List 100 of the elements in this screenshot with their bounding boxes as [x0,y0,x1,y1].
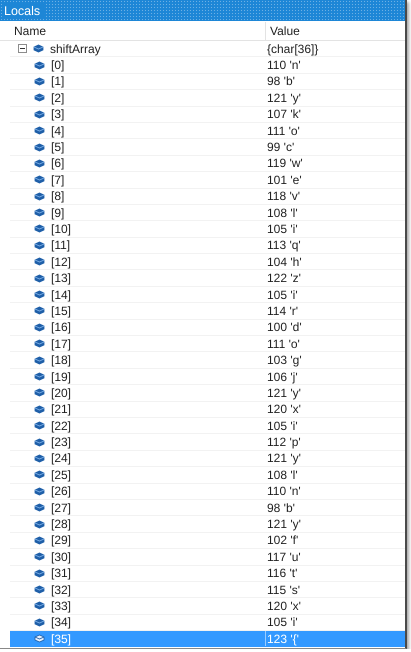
variable-name: [35] [51,632,72,646]
tree-row[interactable]: [31] 116 't' [10,566,405,582]
field-icon [34,568,45,578]
variable-value: 123 '{' [267,632,299,646]
field-icon [34,486,45,496]
variable-value: 104 'h' [267,254,302,269]
column-header[interactable]: Value [265,22,405,40]
tree-row[interactable]: [17] 111 'o' [10,336,405,352]
variable-value: 117 'u' [267,550,301,564]
tree-row[interactable]: [22] 105 'i' [10,418,405,434]
variable-name: [9] [51,206,64,220]
variable-name: [6] [51,156,64,170]
field-icon [34,158,45,168]
variable-value: 121 'y' [267,517,301,532]
tree-row[interactable]: [15] 114 'r' [10,303,405,320]
variable-value: 113 'q' [267,238,301,252]
tree-row[interactable]: [29] 102 'f' [10,532,405,550]
variable-value: {char[36]} [267,42,318,56]
variable-name: [23] [51,435,72,450]
variable-value: 121 'y' [267,386,301,400]
variable-value: 116 't' [267,566,298,580]
variable-name: [3] [51,107,64,122]
variable-name: [13] [51,271,72,286]
field-icon [34,356,45,365]
tree-row[interactable]: [2] 121 'y' [10,90,405,107]
tree-row[interactable]: [16] 100 'd' [10,320,405,336]
tree-row[interactable]: [19] 106 'j' [10,368,405,386]
field-icon [34,404,45,414]
tree-row[interactable]: [1] 98 'b' [10,74,405,90]
tree-row[interactable]: [8] 118 'v' [10,188,405,205]
field-icon [34,585,45,594]
tree-row[interactable]: [0] 110 'n' [10,57,405,74]
field-icon [34,520,45,529]
variable-value: 108 'l' [267,206,298,220]
variable-value: 115 's' [267,582,300,597]
field-icon [34,634,45,644]
tree-row[interactable]: [5] 99 'c' [10,139,405,156]
variable-value: 105 'i' [267,288,298,302]
tree-row[interactable]: [25] 108 'l' [10,467,405,484]
variable-value: 111 'o' [267,336,300,351]
field-icon [34,208,45,218]
variable-value: 106 'j' [267,370,298,384]
variable-name: [14] [51,288,72,302]
variable-name: [11] [51,238,70,252]
variable-value: 98 'b' [267,74,295,88]
field-icon [34,421,45,430]
variable-name: [25] [51,468,72,482]
variable-name: [31] [51,566,72,580]
variable-name: [26] [51,484,72,498]
tree-row[interactable]: [26] 110 'n' [10,484,405,500]
variable-name: shiftArray [50,42,101,56]
variable-name: [10] [51,222,72,236]
tree-row[interactable]: [3] 107 'k' [10,106,405,123]
tree-row[interactable]: [24] 121 'y' [10,450,405,468]
tree-row[interactable]: [9] 108 'l' [10,204,405,222]
tree-row[interactable]: shiftArray {char[36]} [10,41,405,58]
variable-name: [18] [51,353,72,368]
tree-row[interactable]: [28] 121 'y' [10,516,405,533]
tree-row[interactable]: [18] 103 'g' [10,352,405,369]
tree-row[interactable]: [14] 105 'i' [10,286,405,304]
field-icon [34,257,45,266]
variable-name: [34] [51,615,72,630]
variable-name: [2] [51,90,64,105]
tree-row[interactable]: [30] 117 'u' [10,549,405,566]
variable-name: [7] [51,172,64,187]
tree-row[interactable]: [11] 113 'q' [10,238,405,254]
variable-value: 99 'c' [267,140,294,154]
collapse-icon[interactable] [18,44,27,54]
variable-value: 112 'p' [267,435,301,450]
field-icon [34,618,45,627]
variable-name: [32] [51,582,72,597]
field-icon [34,126,45,136]
tree-row[interactable]: [13] 122 'z' [10,270,405,287]
tree-row[interactable]: [6] 119 'w' [10,156,405,172]
tree-row[interactable]: [12] 104 'h' [10,254,405,270]
tree-row[interactable]: [7] 101 'e' [10,172,405,189]
variable-value: 103 'g' [267,353,302,368]
tree-row[interactable]: [10] 105 'i' [10,221,405,238]
tree-row[interactable]: [32] 115 's' [10,582,405,598]
field-icon [34,76,45,86]
variable-name: [5] [51,140,64,154]
variable-name: [22] [51,418,72,433]
tree-row[interactable]: [33] 120 'x' [10,598,405,615]
field-icon [34,536,45,545]
variable-name: [12] [51,254,72,269]
field-icon [34,142,45,152]
tree-row[interactable]: [23] 112 'p' [10,434,405,451]
field-icon [34,306,45,316]
tree-row[interactable]: [27] 98 'b' [10,500,405,516]
variable-name: [27] [51,500,72,515]
field-icon [34,503,45,512]
field-icon [34,274,45,283]
tree-row[interactable]: [4] 111 'o' [10,122,405,140]
tree-row[interactable]: [20] 121 'y' [10,385,405,402]
tree-row[interactable]: [21] 120 'x' [10,402,405,418]
variable-value: 110 'n' [267,484,301,498]
variable-value: 105 'i' [267,418,298,433]
field-icon [33,44,44,54]
variable-name: [17] [51,336,72,351]
variable-value: 120 'x' [267,402,301,416]
